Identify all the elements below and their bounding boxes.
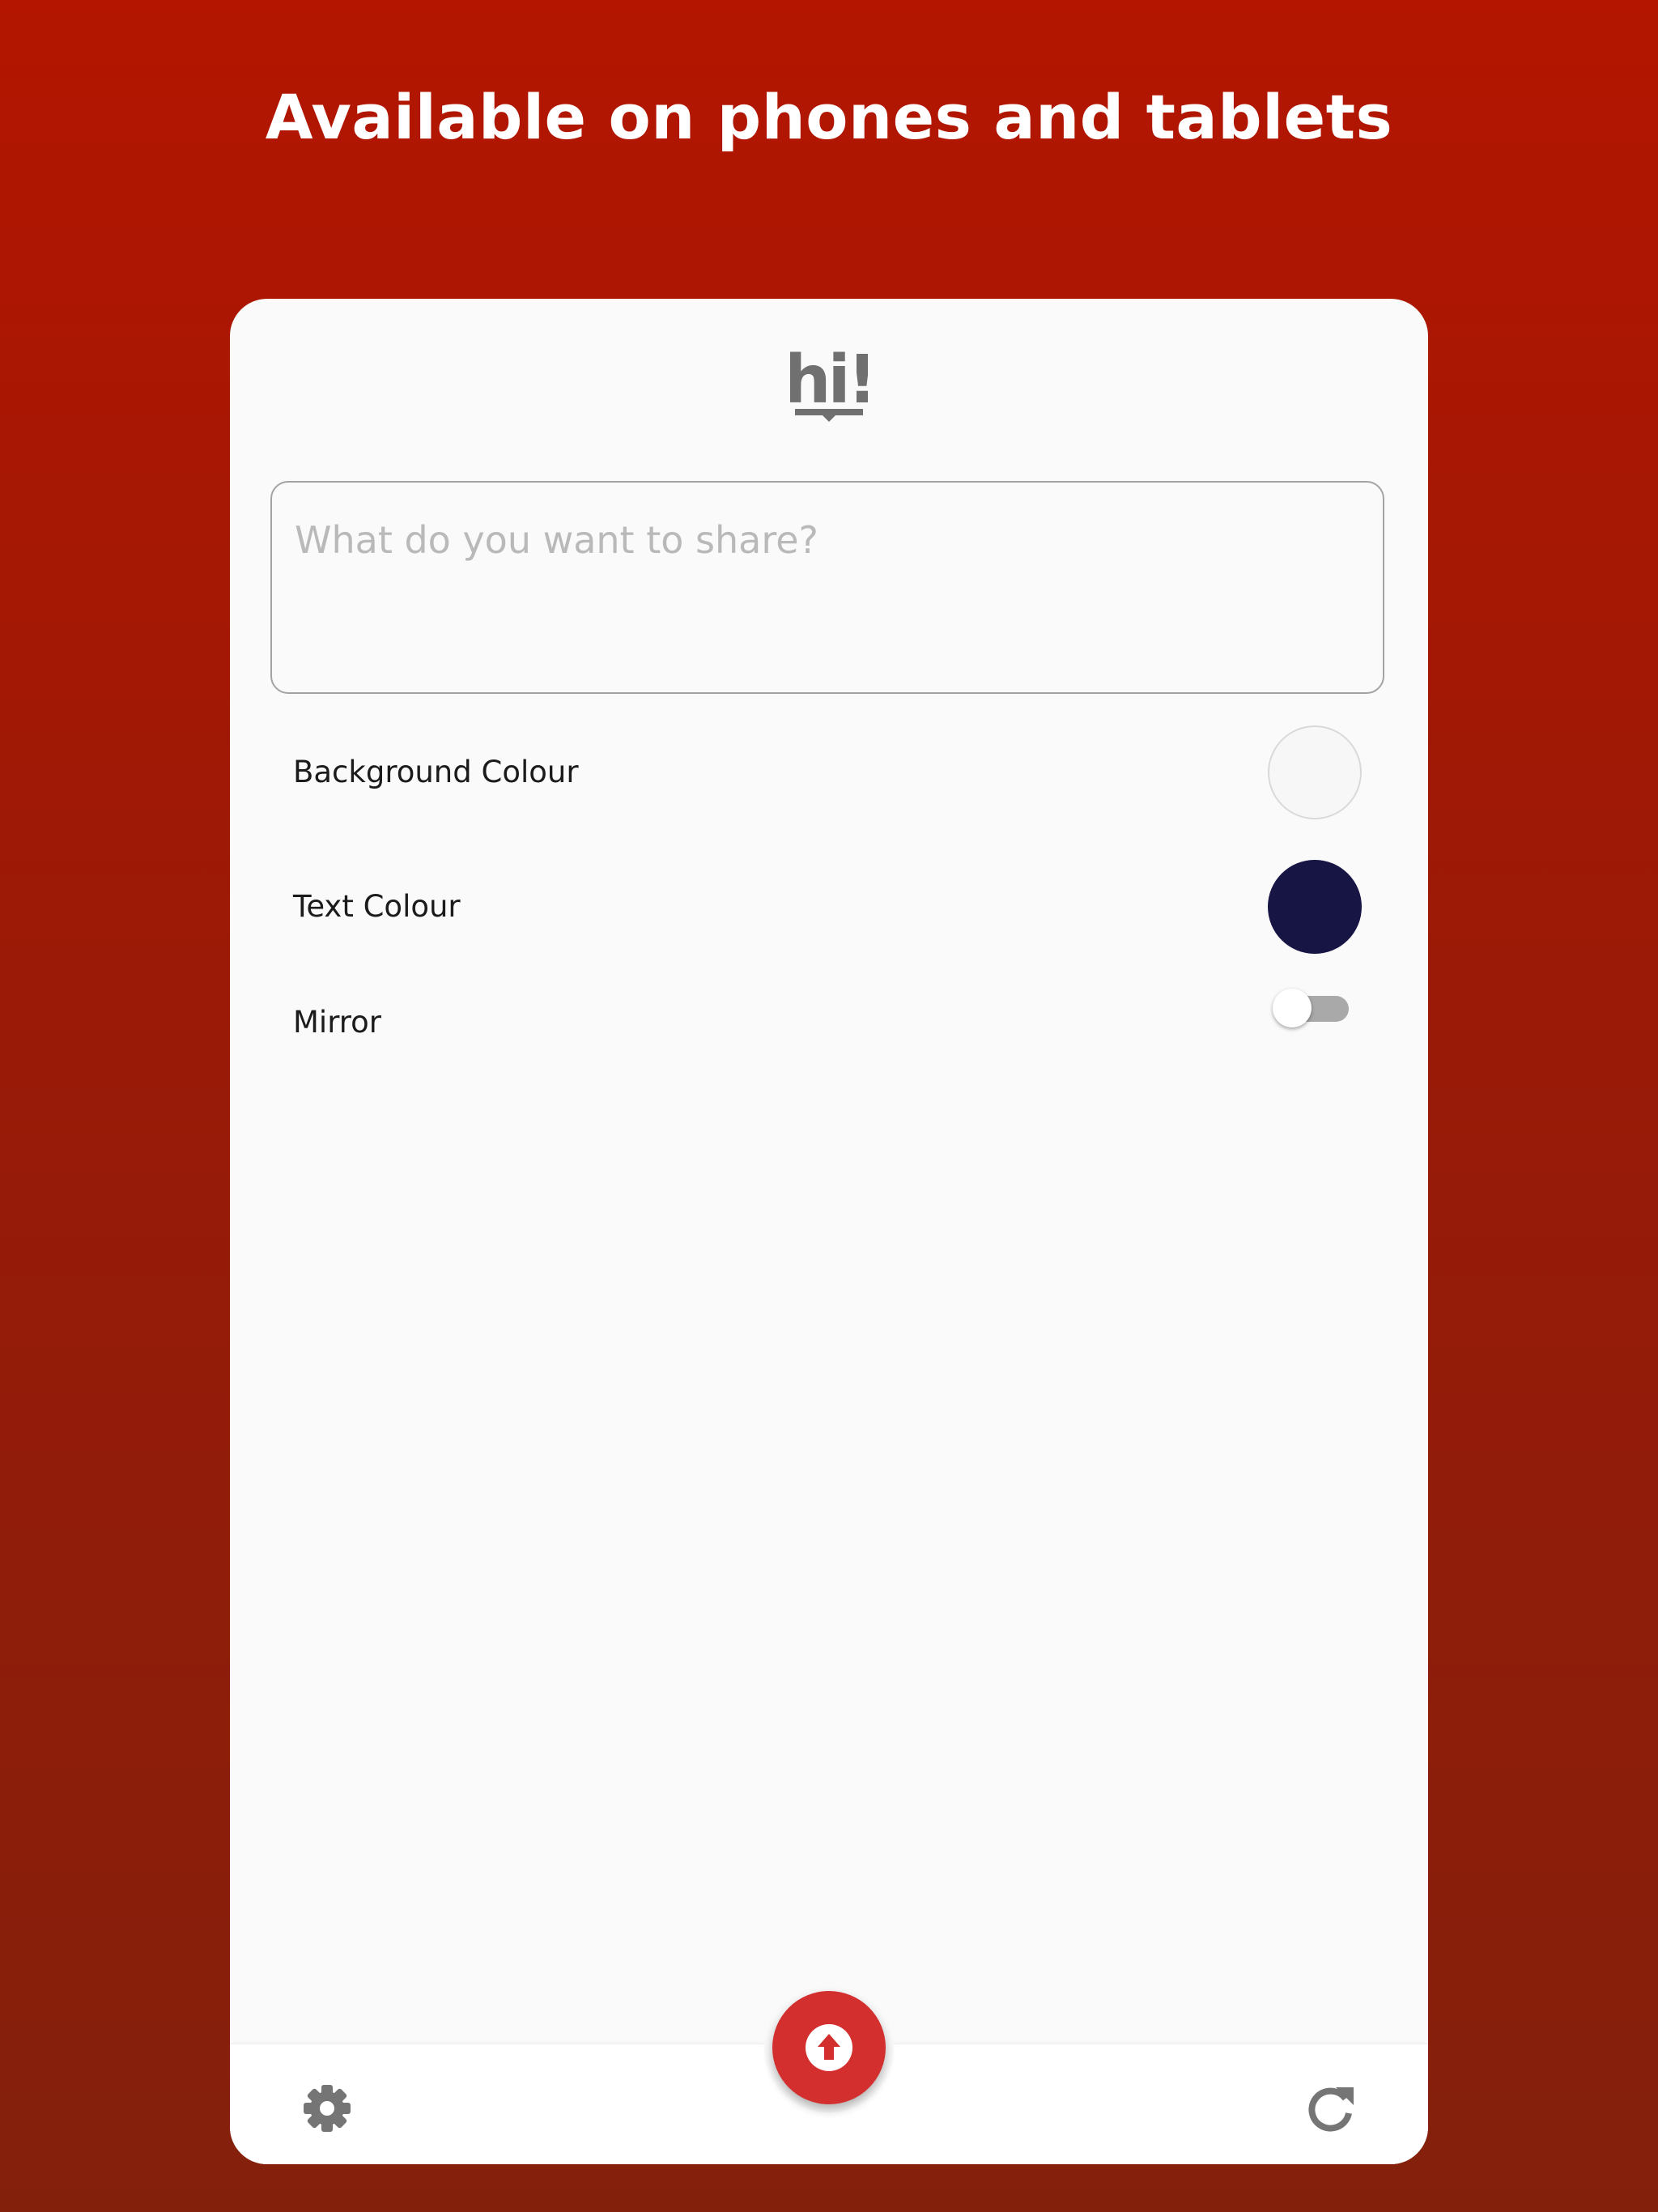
logo-text: hi! [790,344,868,419]
share-input[interactable] [270,481,1384,694]
headline: Available on phones and tablets [265,81,1393,153]
refresh-button[interactable] [1305,2082,1357,2134]
text-colour-label: Text Colour [293,889,461,924]
app-screen: hi! Background Colour Text Colour Mirror [230,299,1428,2164]
background-colour-label: Background Colour [293,755,579,789]
hi-logo: hi! [790,344,868,422]
mirror-toggle-knob [1273,989,1312,1027]
mirror-toggle[interactable] [1273,989,1354,1029]
settings-button[interactable] [301,2082,353,2134]
text-colour-swatch[interactable] [1268,860,1362,954]
background-colour-swatch[interactable] [1268,725,1362,819]
share-fab-button[interactable] [772,1991,886,2104]
mirror-label: Mirror [293,1005,382,1040]
refresh-icon [1308,2087,1354,2132]
upload-arrow-icon [806,2024,852,2071]
gear-icon [304,2085,351,2132]
